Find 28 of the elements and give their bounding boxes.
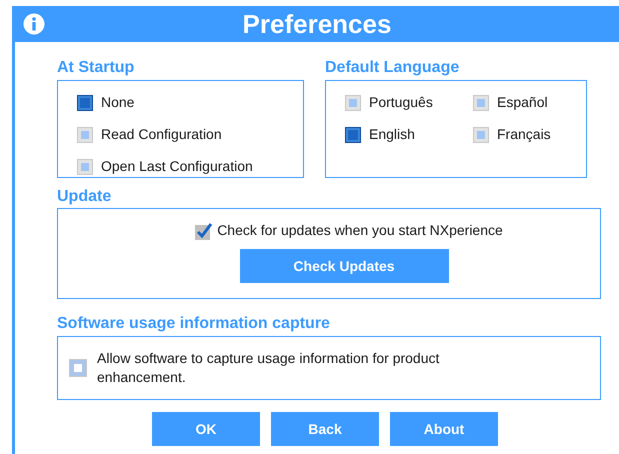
option-box[interactable] bbox=[474, 96, 488, 110]
option-box[interactable] bbox=[78, 160, 92, 174]
checkbox-label: Check for updates when you start NXperience bbox=[217, 221, 503, 240]
option-box[interactable] bbox=[346, 96, 360, 110]
check-updates-button[interactable]: Check Updates bbox=[240, 249, 448, 283]
selected-option-box[interactable] bbox=[78, 96, 92, 110]
option-label: English bbox=[369, 125, 415, 144]
option-label: Português bbox=[369, 93, 433, 112]
checked-checkbox[interactable] bbox=[195, 222, 214, 240]
option-label: Español bbox=[497, 93, 548, 112]
window-title: Preferences bbox=[242, 11, 392, 37]
section-heading: Update bbox=[57, 187, 112, 207]
option-box[interactable] bbox=[78, 128, 92, 142]
section-heading: Default Language bbox=[325, 58, 460, 78]
checkbox[interactable] bbox=[70, 360, 86, 376]
dialog-button[interactable]: OK bbox=[152, 412, 260, 446]
dialog-button[interactable]: Back bbox=[271, 412, 379, 446]
info-icon bbox=[23, 13, 45, 35]
dialog-button[interactable]: About bbox=[390, 412, 498, 446]
option-label: None bbox=[101, 93, 134, 112]
option-label: Read Configuration bbox=[101, 125, 222, 144]
checkbox-label: Allow software to capture usage information for product enhancement. bbox=[97, 349, 440, 387]
section-heading: Software usage information capture bbox=[57, 314, 331, 334]
section-heading: At Startup bbox=[57, 58, 136, 78]
option-label: Open Last Configuration bbox=[101, 157, 253, 176]
selected-option-box[interactable] bbox=[346, 128, 360, 142]
option-box[interactable] bbox=[474, 128, 488, 142]
option-label: Français bbox=[497, 125, 551, 144]
